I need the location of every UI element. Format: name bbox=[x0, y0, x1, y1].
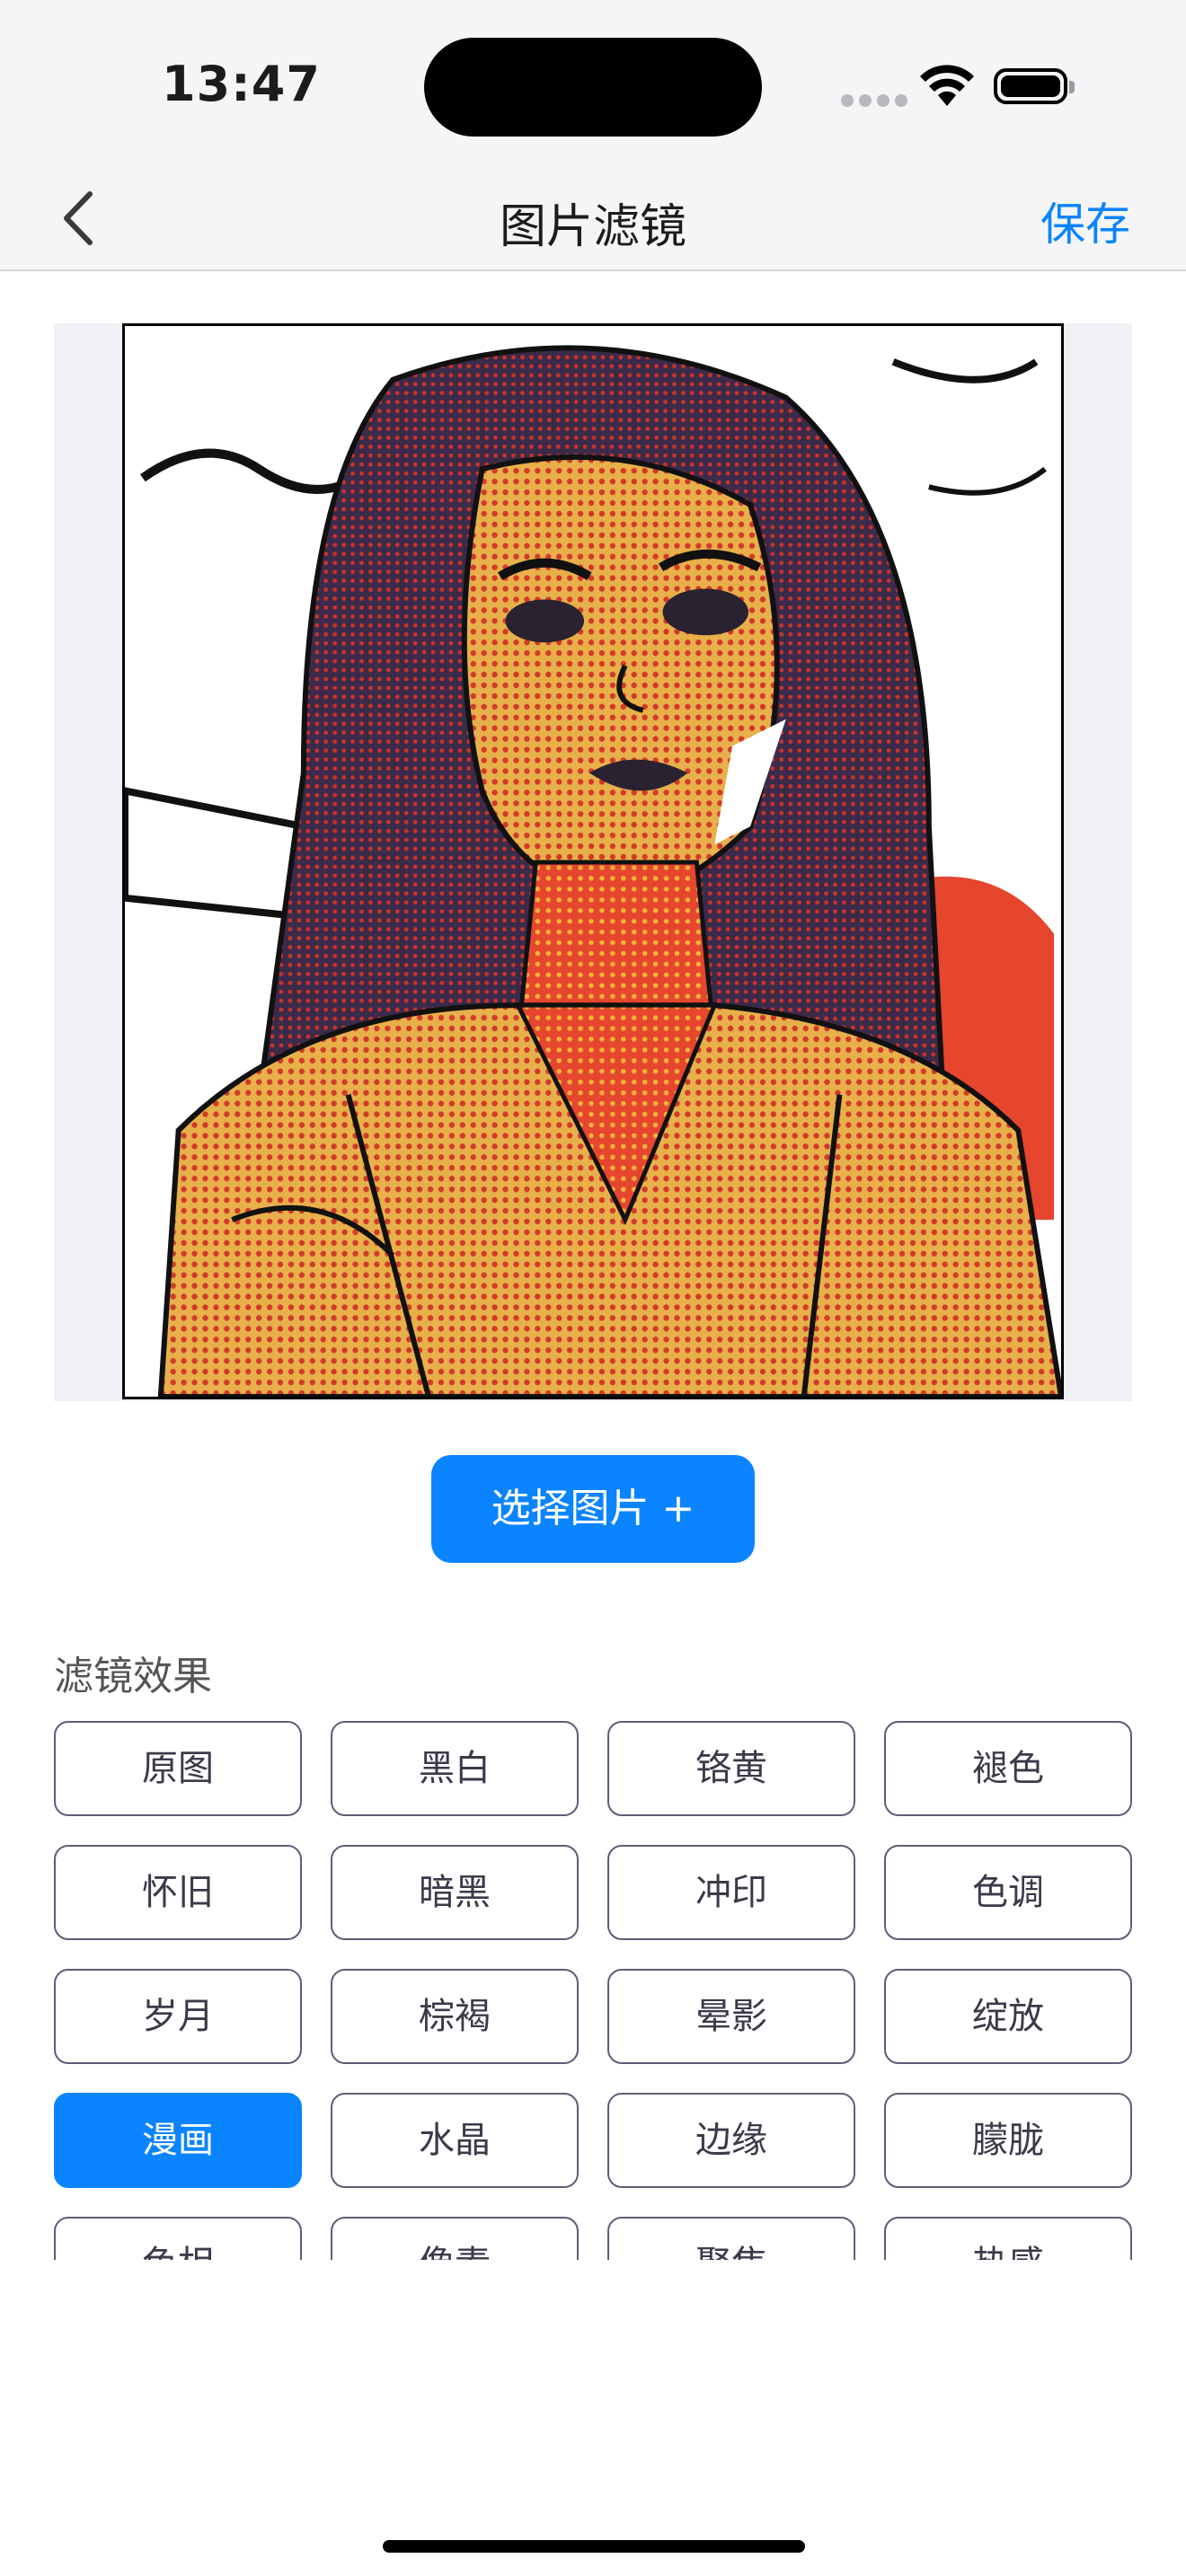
page-title: 图片滤镜 bbox=[499, 200, 686, 254]
filter-button[interactable]: 像素 bbox=[331, 2217, 579, 2260]
filter-button[interactable]: 铬黄 bbox=[607, 1721, 855, 1816]
filter-button[interactable]: 边缘 bbox=[607, 2093, 855, 2188]
filter-button[interactable]: 朦胧 bbox=[884, 2093, 1132, 2188]
cellular-signal-icon bbox=[841, 93, 913, 110]
image-preview-container bbox=[54, 323, 1132, 1401]
filtered-image-preview bbox=[122, 323, 1064, 1399]
filter-button[interactable]: 绽放 bbox=[884, 1969, 1132, 2064]
status-bar: 13:47 bbox=[0, 0, 1186, 171]
filter-section-title: 滤镜效果 bbox=[54, 1654, 212, 1699]
filter-button[interactable]: 原图 bbox=[54, 1721, 302, 1816]
filter-button[interactable]: 冲印 bbox=[607, 1845, 855, 1940]
filter-button[interactable]: 棕褐 bbox=[331, 1969, 579, 2064]
navigation-bar: 图片滤镜 保存 bbox=[0, 171, 1186, 271]
filter-grid: 原图黑白铬黄褪色怀旧暗黑冲印色调岁月棕褐晕影绽放漫画水晶边缘朦胧色相像素聚焦热感 bbox=[54, 1721, 1132, 2260]
filter-button[interactable]: 黑白 bbox=[331, 1721, 579, 1816]
filter-button[interactable]: 褪色 bbox=[884, 1721, 1132, 1816]
filter-button[interactable]: 色调 bbox=[884, 1845, 1132, 1940]
filter-button[interactable]: 漫画 bbox=[54, 2093, 302, 2188]
filter-button[interactable]: 聚焦 bbox=[607, 2217, 855, 2260]
filter-button[interactable]: 岁月 bbox=[54, 1969, 302, 2064]
save-button[interactable]: 保存 bbox=[1040, 189, 1130, 253]
filter-grid-scroll[interactable]: 原图黑白铬黄褪色怀旧暗黑冲印色调岁月棕褐晕影绽放漫画水晶边缘朦胧色相像素聚焦热感 bbox=[54, 1721, 1132, 2260]
filter-button[interactable]: 晕影 bbox=[607, 1969, 855, 2064]
dynamic-island bbox=[424, 38, 762, 137]
status-time: 13:47 bbox=[162, 56, 321, 112]
filter-button[interactable]: 怀旧 bbox=[54, 1845, 302, 1940]
battery-icon bbox=[994, 68, 1075, 104]
filter-button[interactable]: 暗黑 bbox=[331, 1845, 579, 1940]
wifi-icon bbox=[920, 65, 974, 106]
filter-button[interactable]: 色相 bbox=[54, 2217, 302, 2260]
choose-image-button[interactable]: 选择图片 + bbox=[431, 1455, 755, 1563]
filter-button[interactable]: 热感 bbox=[884, 2217, 1132, 2260]
filter-button[interactable]: 水晶 bbox=[331, 2093, 579, 2188]
home-indicator[interactable] bbox=[383, 2540, 805, 2553]
